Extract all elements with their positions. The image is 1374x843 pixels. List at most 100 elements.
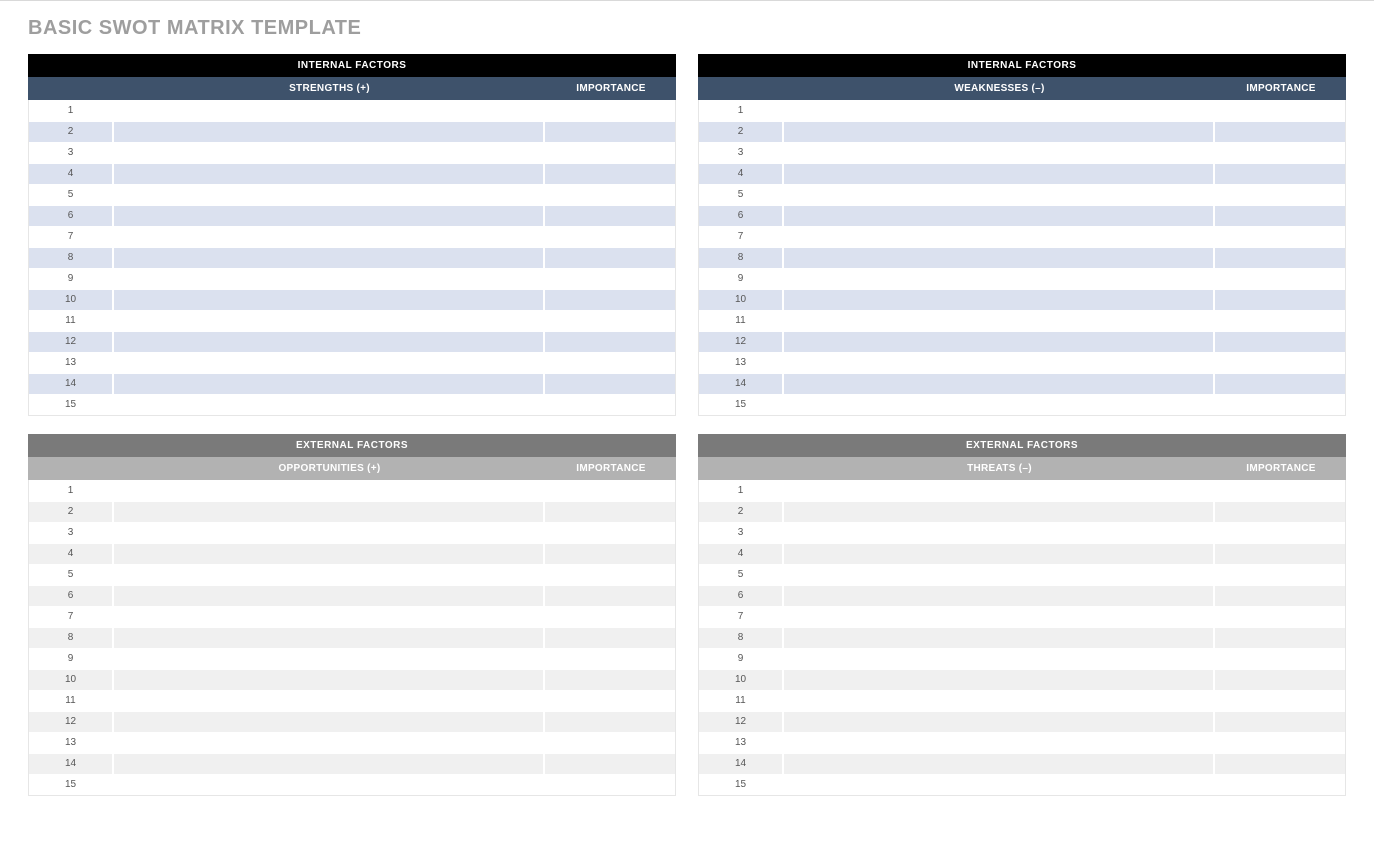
row-importance-cell[interactable] [1215, 733, 1345, 753]
row-importance-cell[interactable] [545, 481, 675, 501]
row-importance-cell[interactable] [545, 143, 675, 163]
row-text-cell[interactable] [114, 733, 545, 753]
row-importance-cell[interactable] [1215, 143, 1345, 163]
row-importance-cell[interactable] [545, 628, 675, 648]
row-importance-cell[interactable] [545, 395, 675, 415]
row-text-cell[interactable] [114, 248, 545, 268]
row-text-cell[interactable] [114, 649, 545, 669]
row-importance-cell[interactable] [545, 164, 675, 184]
row-text-cell[interactable] [114, 122, 545, 142]
row-importance-cell[interactable] [545, 586, 675, 606]
row-text-cell[interactable] [114, 775, 545, 795]
row-text-cell[interactable] [114, 374, 545, 394]
row-importance-cell[interactable] [545, 332, 675, 352]
row-importance-cell[interactable] [545, 775, 675, 795]
row-text-cell[interactable] [114, 164, 545, 184]
row-text-cell[interactable] [784, 101, 1215, 121]
row-text-cell[interactable] [114, 101, 545, 121]
row-text-cell[interactable] [784, 628, 1215, 648]
row-text-cell[interactable] [114, 353, 545, 373]
row-text-cell[interactable] [114, 670, 545, 690]
row-importance-cell[interactable] [1215, 311, 1345, 331]
row-text-cell[interactable] [114, 206, 545, 226]
row-text-cell[interactable] [784, 185, 1215, 205]
row-importance-cell[interactable] [1215, 248, 1345, 268]
row-text-cell[interactable] [114, 712, 545, 732]
row-text-cell[interactable] [114, 544, 545, 564]
row-importance-cell[interactable] [1215, 586, 1345, 606]
row-text-cell[interactable] [784, 143, 1215, 163]
row-importance-cell[interactable] [545, 712, 675, 732]
row-text-cell[interactable] [114, 754, 545, 774]
row-text-cell[interactable] [114, 332, 545, 352]
row-text-cell[interactable] [784, 544, 1215, 564]
row-importance-cell[interactable] [545, 565, 675, 585]
row-importance-cell[interactable] [545, 691, 675, 711]
row-importance-cell[interactable] [1215, 206, 1345, 226]
row-text-cell[interactable] [784, 206, 1215, 226]
row-text-cell[interactable] [784, 523, 1215, 543]
row-text-cell[interactable] [114, 607, 545, 627]
row-importance-cell[interactable] [1215, 565, 1345, 585]
row-text-cell[interactable] [784, 607, 1215, 627]
row-importance-cell[interactable] [1215, 395, 1345, 415]
row-importance-cell[interactable] [545, 353, 675, 373]
row-text-cell[interactable] [784, 481, 1215, 501]
row-importance-cell[interactable] [1215, 269, 1345, 289]
row-importance-cell[interactable] [545, 248, 675, 268]
row-importance-cell[interactable] [1215, 164, 1345, 184]
row-importance-cell[interactable] [545, 649, 675, 669]
row-text-cell[interactable] [784, 164, 1215, 184]
row-importance-cell[interactable] [545, 206, 675, 226]
row-text-cell[interactable] [784, 227, 1215, 247]
row-text-cell[interactable] [114, 565, 545, 585]
row-importance-cell[interactable] [1215, 332, 1345, 352]
row-text-cell[interactable] [784, 311, 1215, 331]
row-text-cell[interactable] [784, 775, 1215, 795]
row-text-cell[interactable] [784, 565, 1215, 585]
row-text-cell[interactable] [114, 502, 545, 522]
row-text-cell[interactable] [784, 248, 1215, 268]
row-importance-cell[interactable] [545, 544, 675, 564]
row-importance-cell[interactable] [545, 311, 675, 331]
row-importance-cell[interactable] [1215, 122, 1345, 142]
row-importance-cell[interactable] [545, 607, 675, 627]
row-text-cell[interactable] [114, 628, 545, 648]
row-text-cell[interactable] [784, 649, 1215, 669]
row-importance-cell[interactable] [1215, 374, 1345, 394]
row-text-cell[interactable] [114, 311, 545, 331]
row-importance-cell[interactable] [1215, 754, 1345, 774]
row-importance-cell[interactable] [1215, 481, 1345, 501]
row-text-cell[interactable] [784, 122, 1215, 142]
row-importance-cell[interactable] [545, 101, 675, 121]
row-importance-cell[interactable] [1215, 691, 1345, 711]
row-importance-cell[interactable] [545, 733, 675, 753]
row-importance-cell[interactable] [545, 122, 675, 142]
row-text-cell[interactable] [114, 290, 545, 310]
row-importance-cell[interactable] [545, 523, 675, 543]
row-text-cell[interactable] [114, 481, 545, 501]
row-importance-cell[interactable] [545, 754, 675, 774]
row-text-cell[interactable] [114, 586, 545, 606]
row-importance-cell[interactable] [1215, 502, 1345, 522]
row-importance-cell[interactable] [545, 670, 675, 690]
row-text-cell[interactable] [114, 269, 545, 289]
row-text-cell[interactable] [784, 733, 1215, 753]
row-importance-cell[interactable] [1215, 290, 1345, 310]
row-importance-cell[interactable] [1215, 353, 1345, 373]
row-text-cell[interactable] [784, 332, 1215, 352]
row-text-cell[interactable] [784, 691, 1215, 711]
row-importance-cell[interactable] [1215, 712, 1345, 732]
row-importance-cell[interactable] [1215, 101, 1345, 121]
row-text-cell[interactable] [784, 269, 1215, 289]
row-text-cell[interactable] [784, 586, 1215, 606]
row-importance-cell[interactable] [1215, 185, 1345, 205]
row-importance-cell[interactable] [545, 290, 675, 310]
row-importance-cell[interactable] [1215, 670, 1345, 690]
row-importance-cell[interactable] [1215, 628, 1345, 648]
row-text-cell[interactable] [784, 502, 1215, 522]
row-importance-cell[interactable] [1215, 544, 1345, 564]
row-text-cell[interactable] [784, 290, 1215, 310]
row-importance-cell[interactable] [545, 502, 675, 522]
row-importance-cell[interactable] [1215, 607, 1345, 627]
